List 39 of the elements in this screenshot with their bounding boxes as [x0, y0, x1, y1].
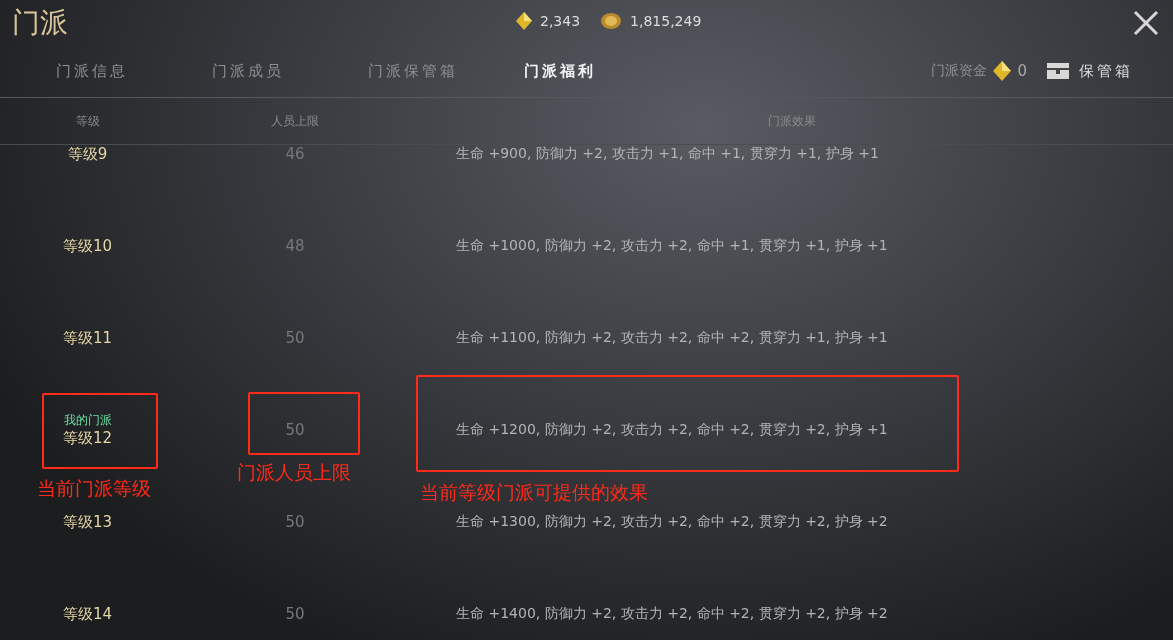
coin-icon — [600, 12, 623, 30]
members-cell-text: 50 — [284, 329, 306, 347]
level-cell: 等级11 — [62, 328, 113, 348]
gem-icon — [993, 61, 1012, 81]
tab[interactable]: 门派成员 — [212, 61, 368, 81]
effect-cell-text: 生命 +900, 防御力 +2, 攻击力 +1, 命中 +1, 贯穿力 +1, 护身 +1 — [455, 145, 880, 163]
level-cell: 等级14 — [62, 604, 113, 624]
effect-cell-text: 生命 +1400, 防御力 +2, 攻击力 +2, 命中 +2, 贯穿力 +2, 护身 +2 — [455, 605, 889, 623]
currency-amount: 2,343 — [540, 13, 581, 29]
annotation-label: 当前门派等级 — [37, 476, 151, 501]
annotation-label: 当前等级门派可提供的效果 — [420, 480, 648, 505]
column-header: 人员上限 — [270, 112, 320, 130]
level-cell: 等级13 — [62, 512, 113, 532]
my-sect-label: 我的门派 — [63, 412, 112, 429]
column-header: 等级 — [74, 112, 101, 130]
effect-cell-text: 生命 +1300, 防御力 +2, 攻击力 +2, 命中 +2, 贯穿力 +2, 护身 +2 — [455, 513, 889, 531]
effect-cell-text: 生命 +1100, 防御力 +2, 攻击力 +2, 命中 +2, 贯穿力 +1, 护身 +1 — [455, 329, 889, 347]
tab[interactable]: 门派信息 — [56, 61, 212, 81]
chest-icon — [1047, 63, 1069, 79]
tab[interactable]: 门派保管箱 — [368, 61, 524, 81]
effect-cell-text: 生命 +1200, 防御力 +2, 攻击力 +2, 命中 +2, 贯穿力 +2, 护身 +1 — [455, 421, 889, 439]
members-cell-text: 50 — [284, 605, 306, 623]
effect-cell-text: 生命 +1000, 防御力 +2, 攻击力 +2, 命中 +1, 贯穿力 +1, 护身 +1 — [455, 237, 889, 255]
funds-amount: 0 — [1017, 62, 1027, 80]
funds-label: 门派资金 — [931, 62, 988, 80]
currency-amount: 1,815,249 — [630, 13, 702, 29]
tab[interactable]: 门派福利 — [524, 61, 680, 81]
members-cell-text: 50 — [284, 513, 306, 531]
storage-button[interactable]: 保管箱 — [1047, 61, 1133, 81]
level-cell: 等级12 — [62, 429, 113, 448]
members-cell-text: 46 — [284, 145, 306, 163]
level-cell: 等级9 — [67, 145, 108, 164]
annotation-label: 门派人员上限 — [237, 460, 351, 485]
level-cell: 等级10 — [62, 236, 113, 256]
members-cell-text: 50 — [284, 421, 306, 439]
close-icon[interactable] — [1133, 10, 1159, 36]
gem-icon — [516, 12, 532, 30]
window-title: 门派 — [12, 4, 68, 41]
members-cell-text: 48 — [284, 237, 306, 255]
